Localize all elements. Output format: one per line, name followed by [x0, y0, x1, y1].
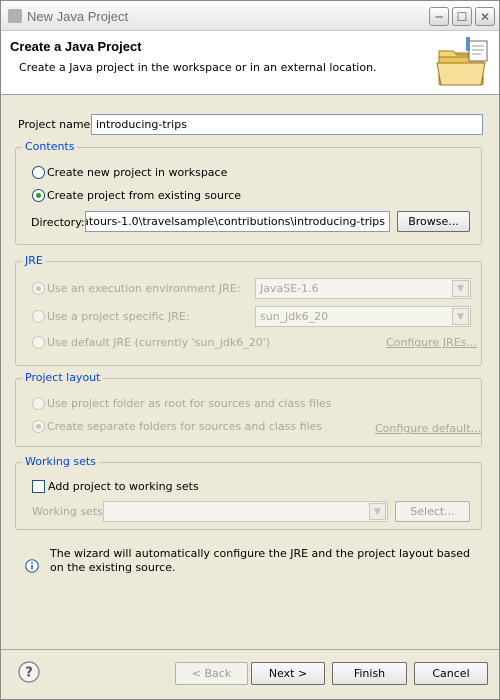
directory-value: any-scatours-1.0\travelsample\contributi…: [86, 215, 385, 228]
info-icon: [25, 559, 39, 573]
project-specific-jre-label[interactable]: Use a project specific JRE:: [47, 310, 190, 323]
working-sets-label: Working sets:: [32, 505, 107, 518]
separate-folders-radio[interactable]: [32, 420, 45, 433]
configure-jres-link[interactable]: Configure JREs...: [386, 336, 477, 349]
jre-group-title: JRE: [22, 254, 46, 267]
project-folder-root-radio[interactable]: [32, 397, 45, 410]
svg-text:?: ?: [25, 666, 33, 681]
separate-folders-label[interactable]: Create separate folders for sources and …: [47, 420, 322, 433]
maximize-button[interactable]: ☐: [452, 7, 472, 26]
minimize-button[interactable]: ─: [429, 7, 449, 26]
project-specific-jre-radio[interactable]: [32, 310, 45, 323]
contents-group-title: Contents: [22, 140, 78, 153]
chevron-down-icon: ▼: [369, 503, 386, 520]
close-icon: ✕: [479, 9, 491, 24]
working-sets-group-title: Working sets: [22, 455, 99, 468]
project-layout-group: Project layout: [15, 371, 482, 447]
create-new-project-radio[interactable]: [32, 166, 45, 179]
browse-button[interactable]: Browse...: [397, 211, 470, 232]
help-icon[interactable]: ?: [18, 661, 40, 683]
chevron-down-icon: ▼: [452, 280, 469, 297]
chevron-down-icon: ▼: [452, 308, 469, 325]
close-button[interactable]: ✕: [475, 7, 495, 26]
execution-env-jre-radio[interactable]: [32, 282, 45, 295]
minimize-icon: ─: [435, 9, 443, 24]
add-to-working-sets-label[interactable]: Add project to working sets: [48, 480, 199, 493]
execution-env-jre-label[interactable]: Use an execution environment JRE:: [47, 282, 240, 295]
working-sets-combo[interactable]: ▼: [103, 501, 388, 522]
directory-label: Directory:: [31, 216, 85, 229]
back-button[interactable]: < Back: [175, 662, 248, 685]
footer-separator: [1, 649, 499, 650]
page-title: Create a Java Project: [10, 39, 142, 54]
project-specific-jre-combo[interactable]: sun_jdk6_20 ▼: [255, 306, 471, 327]
select-working-sets-button[interactable]: Select...: [395, 501, 470, 522]
create-from-existing-radio[interactable]: [32, 189, 45, 202]
execution-env-combo[interactable]: JavaSE-1.6 ▼: [255, 278, 471, 299]
project-layout-group-title: Project layout: [22, 371, 104, 384]
project-specific-jre-value: sun_jdk6_20: [260, 310, 329, 323]
project-name-label: Project name:: [18, 118, 95, 131]
finish-button[interactable]: Finish: [332, 662, 407, 685]
new-project-folder-icon: [436, 37, 488, 86]
cancel-button[interactable]: Cancel: [414, 662, 488, 685]
default-jre-label[interactable]: Use default JRE (currently 'sun_jdk6_20'…: [47, 336, 270, 349]
default-jre-radio[interactable]: [32, 336, 45, 349]
project-name-input[interactable]: introducing-trips: [91, 114, 483, 135]
project-folder-root-label[interactable]: Use project folder as root for sources a…: [47, 397, 332, 410]
configure-default-link[interactable]: Configure default...: [375, 422, 481, 435]
page-description: Create a Java project in the workspace o…: [19, 61, 377, 74]
create-new-project-label[interactable]: Create new project in workspace: [47, 166, 227, 179]
execution-env-value: JavaSE-1.6: [260, 282, 319, 295]
window-title: New Java Project: [27, 9, 129, 24]
add-to-working-sets-checkbox[interactable]: [32, 480, 45, 493]
directory-input[interactable]: any-scatours-1.0\travelsample\contributi…: [85, 211, 390, 232]
title-bar[interactable]: New Java Project ─ ☐ ✕: [1, 1, 499, 31]
info-message: The wizard will automatically configure …: [50, 547, 470, 574]
new-java-project-dialog: New Java Project ─ ☐ ✕ Create a Java Pro…: [0, 0, 500, 700]
create-from-existing-label[interactable]: Create project from existing source: [47, 189, 241, 202]
maximize-icon: ☐: [456, 9, 468, 24]
wizard-header: Create a Java Project Create a Java proj…: [1, 31, 499, 95]
next-button[interactable]: Next >: [251, 662, 325, 685]
eclipse-app-icon: [8, 9, 22, 23]
